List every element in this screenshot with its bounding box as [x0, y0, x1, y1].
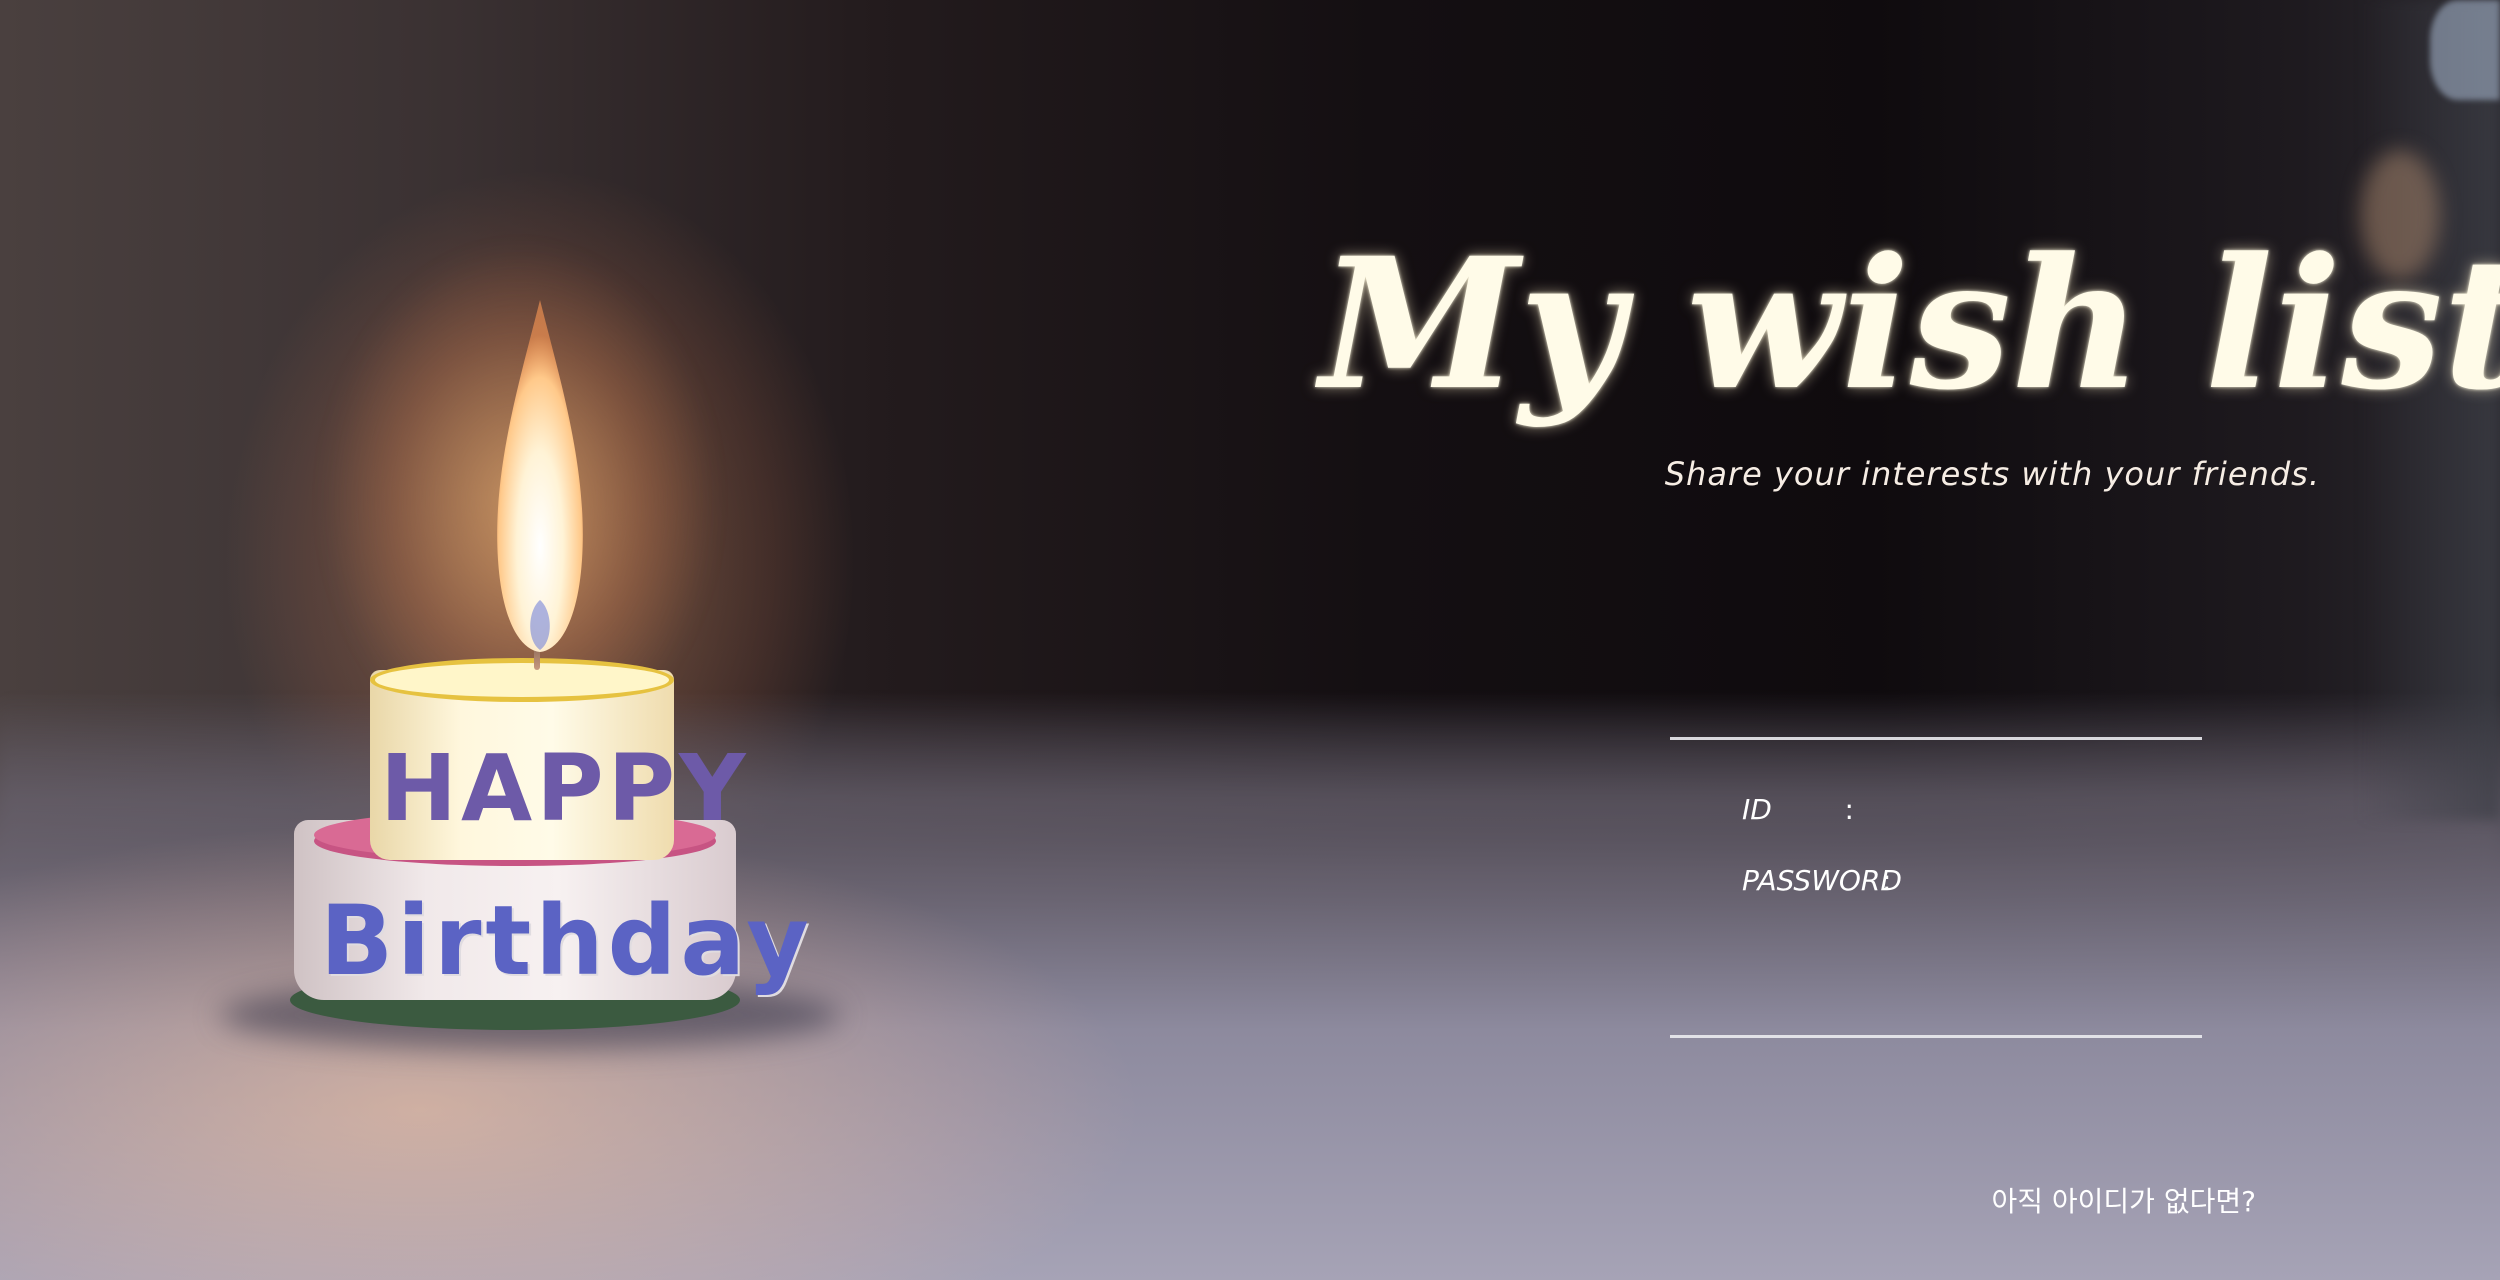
id-label: ID — [1742, 792, 1772, 826]
signup-link[interactable]: 아직 아이디가 없다면? — [1900, 1180, 2256, 1220]
cake-letters-bottom-text: Birthday — [320, 885, 813, 997]
form-divider-top — [1670, 737, 2202, 740]
id-colon: : — [1844, 792, 1854, 826]
password-label: PASSWORD — [1742, 863, 1902, 897]
id-input[interactable] — [1862, 787, 2202, 831]
birthday-candle-image: Birthday HAPPY — [220, 240, 840, 1080]
cake-letters-top-text: HAPPY — [380, 735, 750, 842]
password-row: PASSWORD : — [1742, 855, 2232, 905]
login-page: Birthday HAPPY My wish list Share your i… — [0, 0, 2500, 1280]
page-subtitle: Share your interests with your friends. — [1664, 455, 2320, 493]
cake-top-rim — [370, 658, 674, 702]
form-divider-bottom — [1670, 1035, 2202, 1038]
cake-happy-letters: HAPPY — [380, 735, 746, 842]
password-colon: : — [1882, 863, 1892, 897]
background-bokeh-light — [2430, 0, 2500, 100]
password-input[interactable] — [1891, 858, 2232, 902]
page-title: My wish list — [1320, 219, 2500, 430]
id-row: ID : — [1742, 784, 2202, 834]
cake-birthday-letters: Birthday — [320, 885, 809, 997]
flame-icon — [497, 300, 583, 652]
